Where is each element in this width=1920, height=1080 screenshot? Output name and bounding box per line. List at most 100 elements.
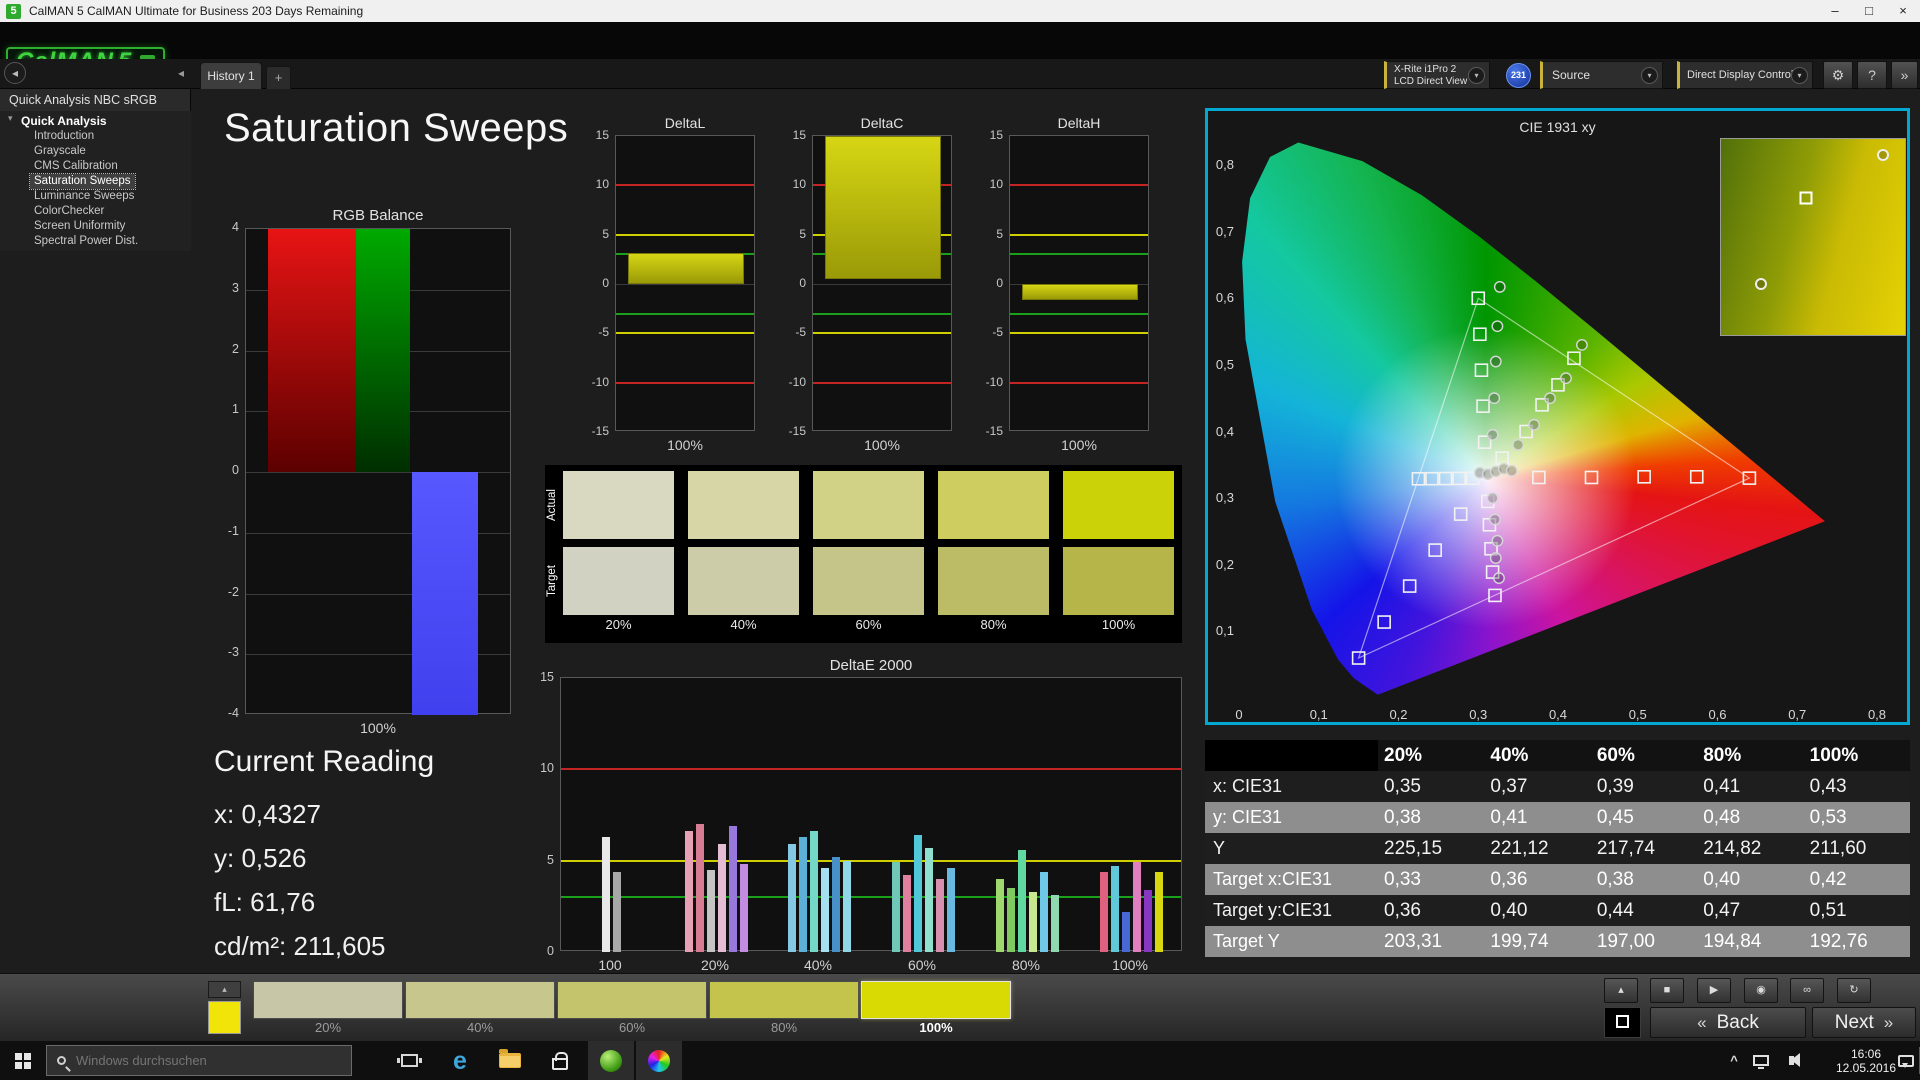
meter-dropdown[interactable]: X-Rite i1Pro 2 LCD Direct View ▾ [1384,61,1490,89]
sidebar: Quick Analysis NBC sRGB ▾ Quick Analysis… [0,89,191,251]
chevron-down-icon[interactable]: ▾ [1641,67,1658,84]
current-color-swatch [208,1001,241,1034]
stop-icon[interactable]: ■ [1650,978,1684,1003]
sidebar-header: Quick Analysis NBC sRGB [9,93,157,107]
tab-history-1[interactable]: History 1 [200,62,262,89]
deltaH-bar [1022,284,1138,300]
loop-icon[interactable]: ∞ [1790,978,1824,1003]
volume-tray-button[interactable] [1778,1041,1804,1080]
running-app-calman-button[interactable] [588,1041,634,1080]
sidebar-item-saturation-sweeps[interactable]: Saturation Sweeps [29,173,136,190]
cie-y-tick: 0,6 [1215,290,1234,306]
sidebar-item-colorchecker[interactable]: ColorChecker [30,204,108,219]
actual-swatch-40% [688,471,799,539]
reference-line [616,184,754,187]
task-view-button[interactable] [388,1041,430,1080]
display-control-dropdown[interactable]: Direct Display Control ▾ [1677,61,1813,89]
deltaH-title: DeltaH [1057,115,1101,131]
saturation-level-button-20%[interactable]: 20% [253,981,403,1037]
y-tick-label: 2 [232,341,239,356]
sidebar-item-cms-calibration[interactable]: CMS Calibration [30,159,122,174]
gear-icon[interactable]: ⚙ [1823,61,1853,89]
y-tick-label: 1 [232,402,239,417]
table-row-label: y: CIE31 [1213,807,1283,827]
y-tick-label: 0 [602,276,609,290]
table-cell: 214,82 [1703,838,1762,859]
refresh-icon[interactable]: ↻ [1837,978,1871,1003]
saturation-level-button-40%[interactable]: 40% [405,981,555,1037]
sidebar-item-luminance-sweeps[interactable]: Luminance Sweeps [30,189,138,204]
tree-expander-icon[interactable]: ▾ [8,113,13,124]
tray-expand-button[interactable]: ^ [1722,1041,1746,1080]
table-cell: 0,39 [1596,776,1634,797]
eject-icon[interactable]: ▴ [208,981,241,998]
saturation-level-button-80%[interactable]: 80% [709,981,859,1037]
sidebar-item-spectral-power-dist-[interactable]: Spectral Power Dist. [30,234,142,249]
level-swatch [709,981,859,1019]
cie-x-tick: 0,1 [1309,707,1328,722]
table-corner-cell [1205,740,1378,771]
action-center-button[interactable] [1894,1041,1918,1080]
reference-line [813,332,951,335]
cie-1931-chart: CIE 1931 xy 0 0,1 0,2 0,3 0,4 0,5 0,6 0,7 0,8 0,8… [1205,108,1910,725]
sidebar-item-introduction[interactable]: Introduction [30,129,98,144]
reference-line [1010,233,1148,236]
target-swatch-80% [938,547,1049,615]
eject-icon[interactable]: ▴ [1604,978,1638,1003]
reference-line [1010,332,1148,335]
gridline [813,284,951,285]
delta-e-bar [1050,895,1059,952]
snapshot-icon[interactable]: ◉ [1744,978,1778,1003]
table-cell: 0,36 [1384,900,1421,921]
network-tray-button[interactable] [1748,1041,1774,1080]
help-icon[interactable]: ? [1857,61,1887,89]
saturation-level-button-60%[interactable]: 60% [557,981,707,1037]
sidebar-item-screen-uniformity[interactable]: Screen Uniformity [30,219,129,234]
close-button[interactable]: × [1886,0,1920,22]
edge-browser-button[interactable]: e [438,1041,482,1080]
chevron-down-icon[interactable]: ▾ [1468,67,1485,84]
maximize-button[interactable]: □ [1852,0,1886,22]
y-tick-label: -10 [985,374,1003,389]
sidebar-collapse-icon[interactable]: ◂ [172,64,190,82]
y-tick-label: 15 [989,128,1003,142]
delta-e-bar [913,835,922,952]
sidebar-item-grayscale[interactable]: Grayscale [30,144,90,159]
back-button[interactable]: « Back [1650,1007,1806,1038]
source-dropdown[interactable]: Source ▾ [1540,61,1663,89]
sidebar-item-quick-analysis[interactable]: Quick Analysis [21,113,191,129]
table-row: Target Y 203,31 199,74 197,00 194,84 192,76 [1205,926,1910,957]
reference-line [1010,312,1148,315]
play-icon[interactable]: ▶ [1697,978,1731,1003]
running-app-color-button[interactable] [636,1041,682,1080]
target-swatch-60% [813,547,924,615]
add-tab-button[interactable]: + [266,66,291,89]
next-button[interactable]: Next » [1812,1007,1916,1038]
store-button[interactable] [538,1041,582,1080]
nav-back-button[interactable]: ◂ [4,62,26,84]
collapse-panel-icon[interactable]: » [1891,61,1918,89]
delta-e-bar [1006,888,1015,952]
minimize-button[interactable]: – [1818,0,1852,22]
delta-e-bar [798,836,807,952]
cie-zoom-inset [1720,138,1906,336]
search-input[interactable] [76,1053,326,1068]
delta-e-bar [739,864,748,952]
level-swatch [557,981,707,1019]
start-button[interactable] [0,1041,46,1080]
delta-e-bar [924,847,933,952]
stop-measurement-button[interactable] [1604,1007,1641,1038]
swatch-col-label: 20% [605,617,632,632]
target-swatch-20% [563,547,674,615]
table-cell: 0,33 [1384,869,1421,890]
file-explorer-button[interactable] [488,1041,532,1080]
saturation-level-button-100%[interactable]: 100% [861,981,1011,1037]
deltaL-title: DeltaL [664,115,706,131]
taskbar-search[interactable] [46,1045,352,1076]
level-swatch [253,981,403,1019]
back-label: Back [1716,1011,1759,1033]
y-tick-label: -10 [591,374,609,389]
y-tick-label: 10 [792,177,806,192]
chevron-down-icon[interactable]: ▾ [1791,67,1808,84]
stop-square-icon [1616,1015,1629,1028]
